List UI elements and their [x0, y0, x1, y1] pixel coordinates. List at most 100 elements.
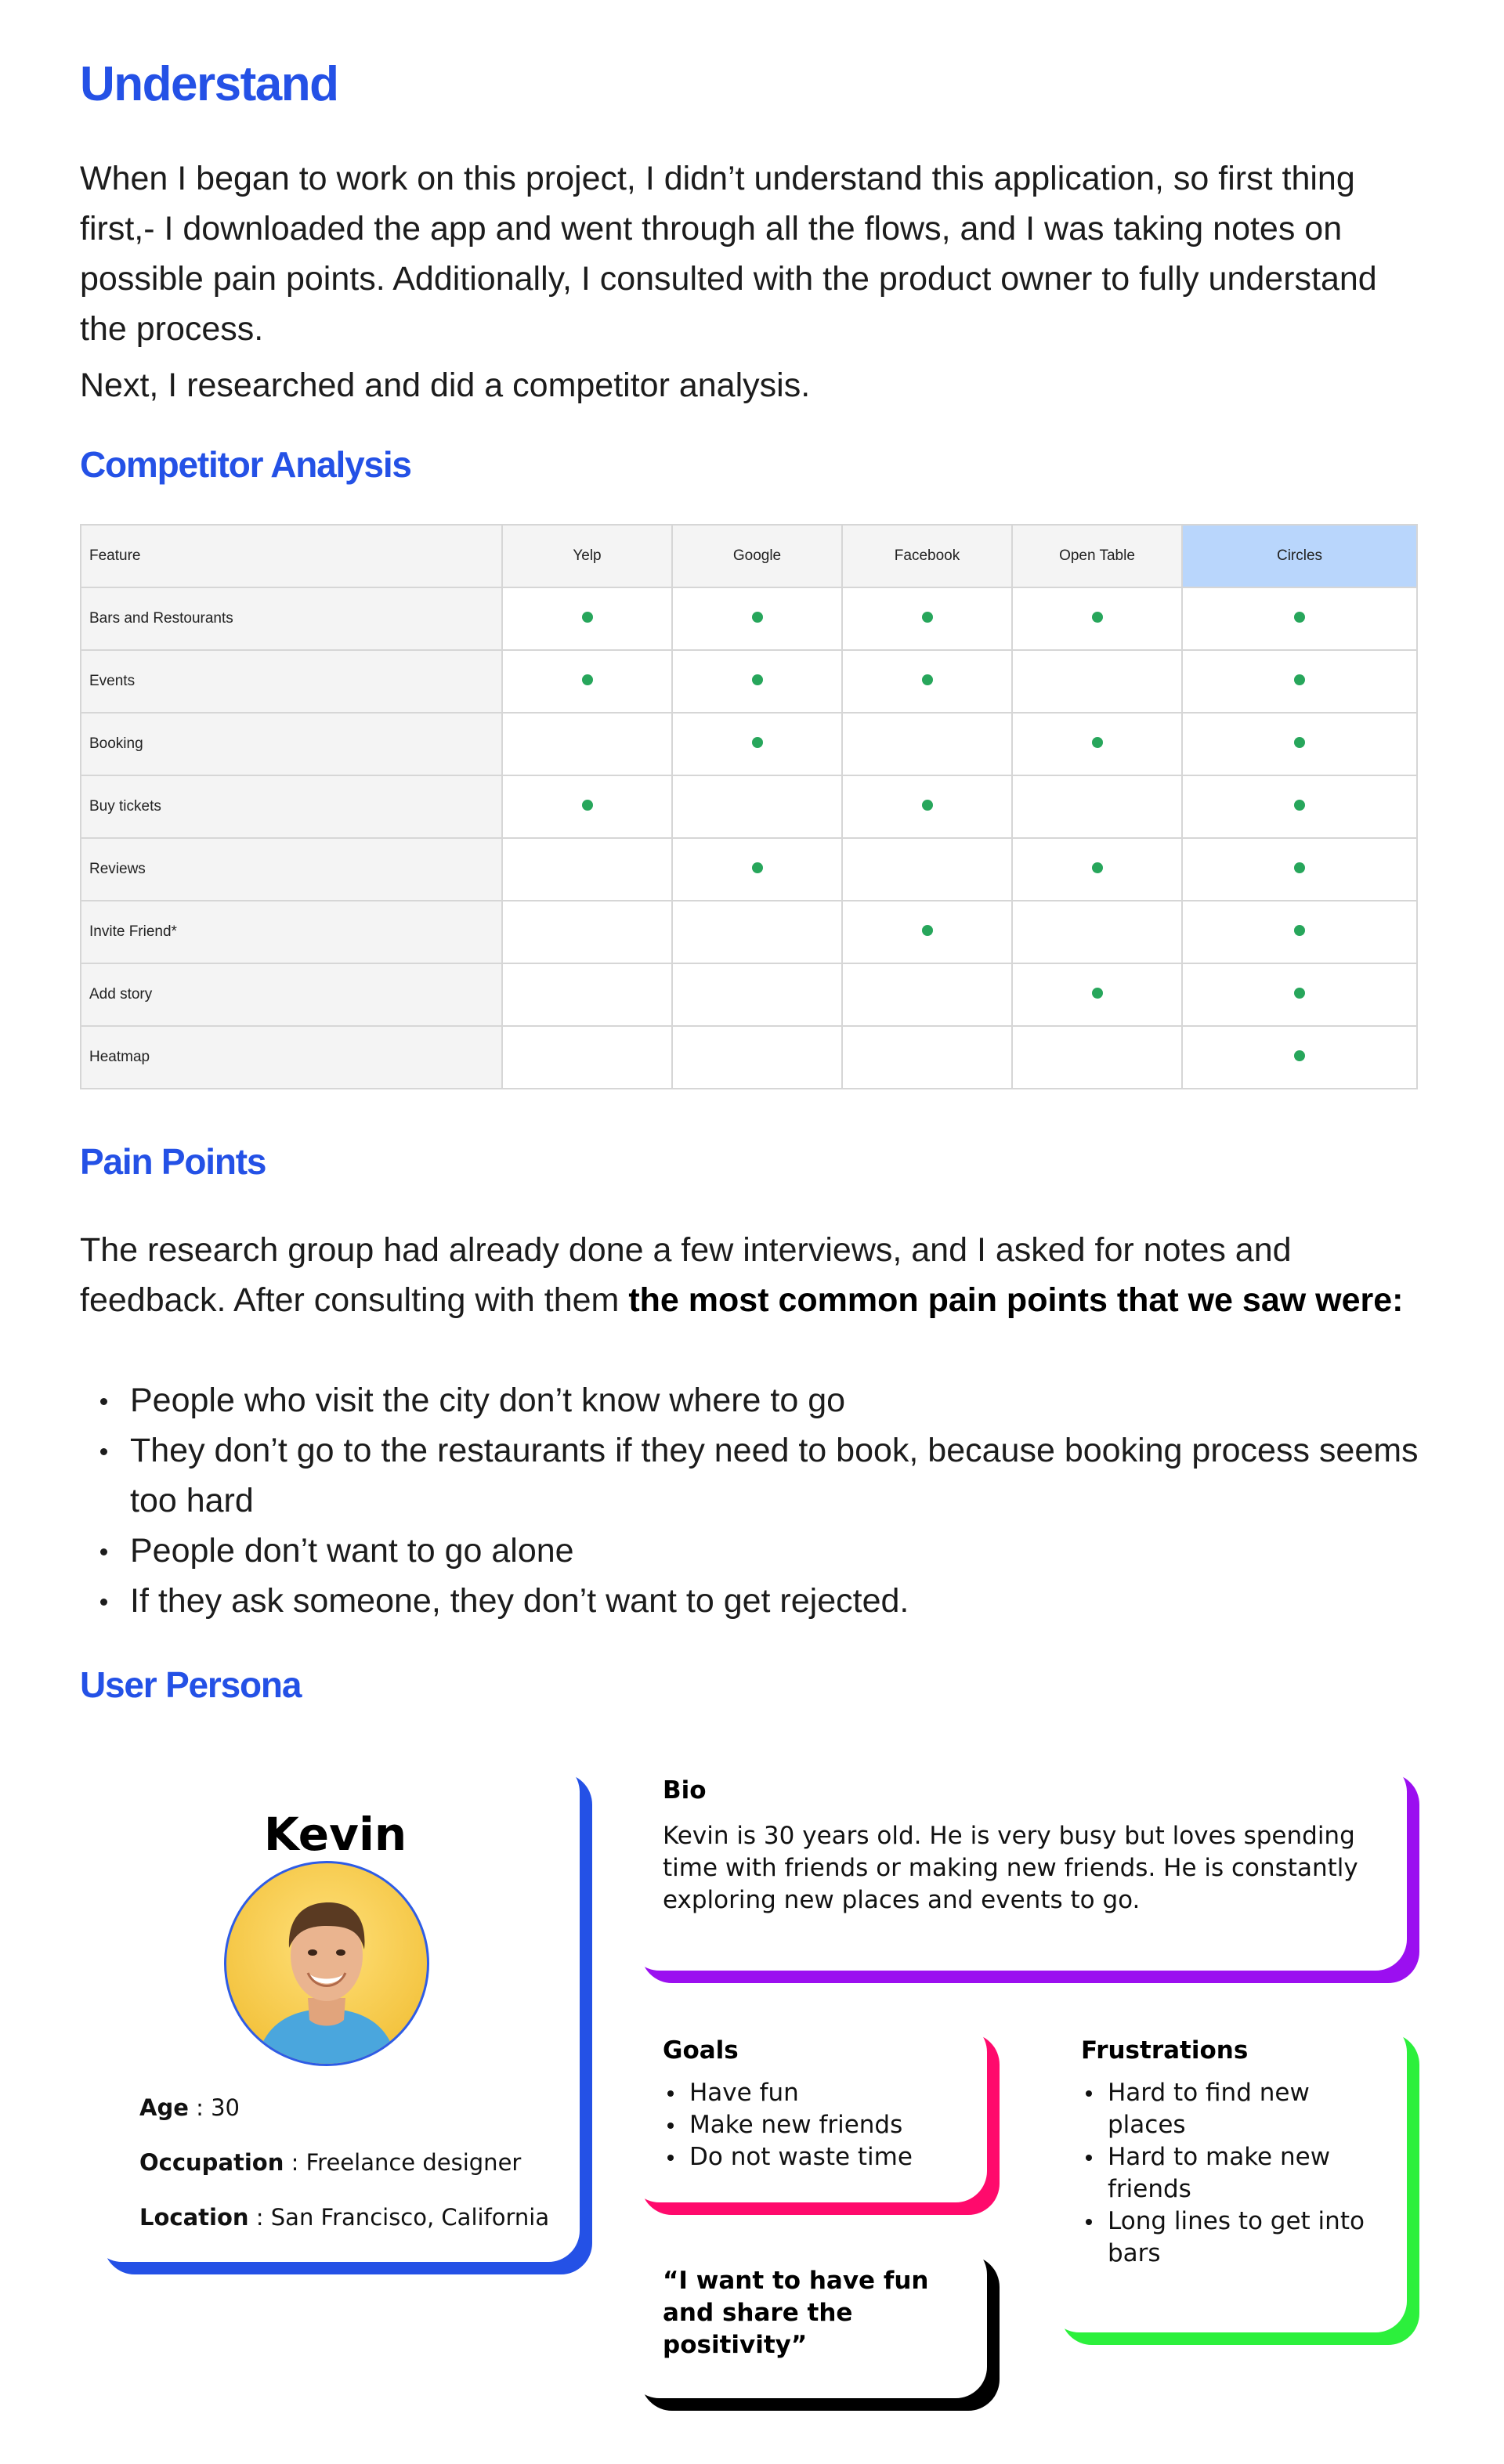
check-dot-icon: [751, 737, 763, 748]
table-cell-yelp: [501, 775, 673, 839]
pain-points-intro: The research group had already done a fe…: [80, 1225, 1427, 1325]
table-cell-google: [671, 837, 843, 901]
table-cell-feature: Invite Friend*: [80, 900, 503, 964]
table-cell-feature: Booking: [80, 712, 503, 776]
check-dot-icon: [1091, 612, 1103, 623]
frustration-item: Hard to find new places: [1081, 2077, 1394, 2141]
table-header-row: Feature Yelp Google Facebook Open Table …: [80, 524, 1418, 588]
table-cell-google: [671, 900, 843, 964]
table-cell-feature: Reviews: [80, 837, 503, 901]
table-cell-open-table: [1011, 587, 1183, 651]
frustration-item: Long lines to get into bars: [1081, 2206, 1394, 2270]
check-dot-icon: [1091, 737, 1103, 748]
frustration-item: Hard to make new friends: [1081, 2141, 1394, 2206]
check-dot-icon: [1294, 612, 1305, 623]
table-header-circles: Circles: [1181, 524, 1418, 588]
persona-bio-card: Bio Kevin is 30 years old. He is very bu…: [628, 1761, 1407, 1971]
persona-profile-card: Kevin Age : 30 Occupation : Freelance de…: [91, 1761, 580, 2262]
table-cell-google: [671, 712, 843, 776]
table-cell-circles: [1181, 900, 1418, 964]
check-dot-icon: [751, 612, 763, 623]
persona-age: Age : 30: [139, 2094, 240, 2121]
pain-point-item: People who visit the city don’t know whe…: [80, 1375, 1427, 1425]
check-dot-icon: [581, 612, 593, 623]
table-header-feature: Feature: [80, 524, 503, 588]
table-cell-circles: [1181, 712, 1418, 776]
table-cell-facebook: [841, 712, 1013, 776]
goals-list: Have fun Make new friends Do not waste t…: [663, 2077, 976, 2173]
table-cell-feature: Bars and Restourants: [80, 587, 503, 651]
check-dot-icon: [1294, 988, 1305, 999]
table-cell-google: [671, 1025, 843, 1089]
user-persona-heading: User Persona: [80, 1664, 302, 1705]
persona-occupation: Occupation : Freelance designer: [139, 2149, 522, 2176]
table-row: Events: [80, 649, 1418, 714]
table-header-yelp: Yelp: [501, 524, 673, 588]
check-dot-icon: [1294, 737, 1305, 748]
table-cell-open-table: [1011, 1025, 1183, 1089]
table-row: Heatmap: [80, 1025, 1418, 1089]
table-cell-open-table: [1011, 712, 1183, 776]
table-cell-google: [671, 649, 843, 714]
persona-frustrations-card: Frustrations Hard to find new places Har…: [1048, 2021, 1407, 2332]
frustrations-title: Frustrations: [1081, 2036, 1249, 2065]
table-header-facebook: Facebook: [841, 524, 1013, 588]
check-dot-icon: [921, 925, 933, 936]
table-cell-feature: Events: [80, 649, 503, 714]
bio-text: Kevin is 30 years old. He is very busy b…: [663, 1822, 1358, 1914]
understand-paragraph-2: Next, I researched and did a competitor …: [80, 367, 811, 404]
table-cell-yelp: [501, 649, 673, 714]
check-dot-icon: [1294, 800, 1305, 811]
table-row: Bars and Restourants: [80, 587, 1418, 651]
table-row: Reviews: [80, 837, 1418, 901]
table-row: Buy tickets: [80, 775, 1418, 839]
check-dot-icon: [581, 800, 593, 811]
check-dot-icon: [1091, 988, 1103, 999]
table-cell-feature: Add story: [80, 963, 503, 1027]
table-cell-open-table: [1011, 837, 1183, 901]
persona-quote-card: “I want to have fun and share the positi…: [628, 2243, 987, 2398]
check-dot-icon: [921, 800, 933, 811]
frustrations-list: Hard to find new places Hard to make new…: [1081, 2077, 1394, 2270]
pain-point-item: They don’t go to the restaurants if they…: [80, 1425, 1427, 1526]
table-cell-circles: [1181, 837, 1418, 901]
table-cell-feature: Heatmap: [80, 1025, 503, 1089]
goal-item: Make new friends: [663, 2109, 976, 2141]
table-cell-open-table: [1011, 775, 1183, 839]
bio-title: Bio: [663, 1776, 707, 1805]
table-cell-circles: [1181, 649, 1418, 714]
understand-heading: Understand: [80, 57, 339, 111]
pain-point-item: People don’t want to go alone: [80, 1526, 1427, 1576]
check-dot-icon: [1091, 862, 1103, 873]
table-cell-open-table: [1011, 963, 1183, 1027]
table-row: Booking: [80, 712, 1418, 776]
persona-name: Kevin: [263, 1808, 407, 1861]
competitor-analysis-heading: Competitor Analysis: [80, 444, 412, 485]
pain-points-intro-bold: the most common pain points that we saw …: [628, 1281, 1404, 1319]
table-cell-facebook: [841, 900, 1013, 964]
table-cell-google: [671, 775, 843, 839]
table-cell-circles: [1181, 775, 1418, 839]
table-cell-yelp: [501, 837, 673, 901]
person-photo-icon: [256, 1902, 397, 2064]
table-cell-circles: [1181, 963, 1418, 1027]
table-cell-facebook: [841, 775, 1013, 839]
pain-point-item: If they ask someone, they don’t want to …: [80, 1576, 1427, 1626]
check-dot-icon: [751, 862, 763, 873]
table-row: Add story: [80, 963, 1418, 1027]
table-cell-feature: Buy tickets: [80, 775, 503, 839]
table-cell-yelp: [501, 712, 673, 776]
check-dot-icon: [921, 612, 933, 623]
table-cell-facebook: [841, 837, 1013, 901]
check-dot-icon: [581, 674, 593, 685]
table-cell-google: [671, 587, 843, 651]
check-dot-icon: [1294, 674, 1305, 685]
table-cell-circles: [1181, 587, 1418, 651]
check-dot-icon: [751, 674, 763, 685]
table-cell-yelp: [501, 900, 673, 964]
table-cell-yelp: [501, 963, 673, 1027]
table-cell-yelp: [501, 1025, 673, 1089]
persona-avatar: [224, 1861, 429, 2066]
check-dot-icon: [1294, 862, 1305, 873]
table-header-open-table: Open Table: [1011, 524, 1183, 588]
